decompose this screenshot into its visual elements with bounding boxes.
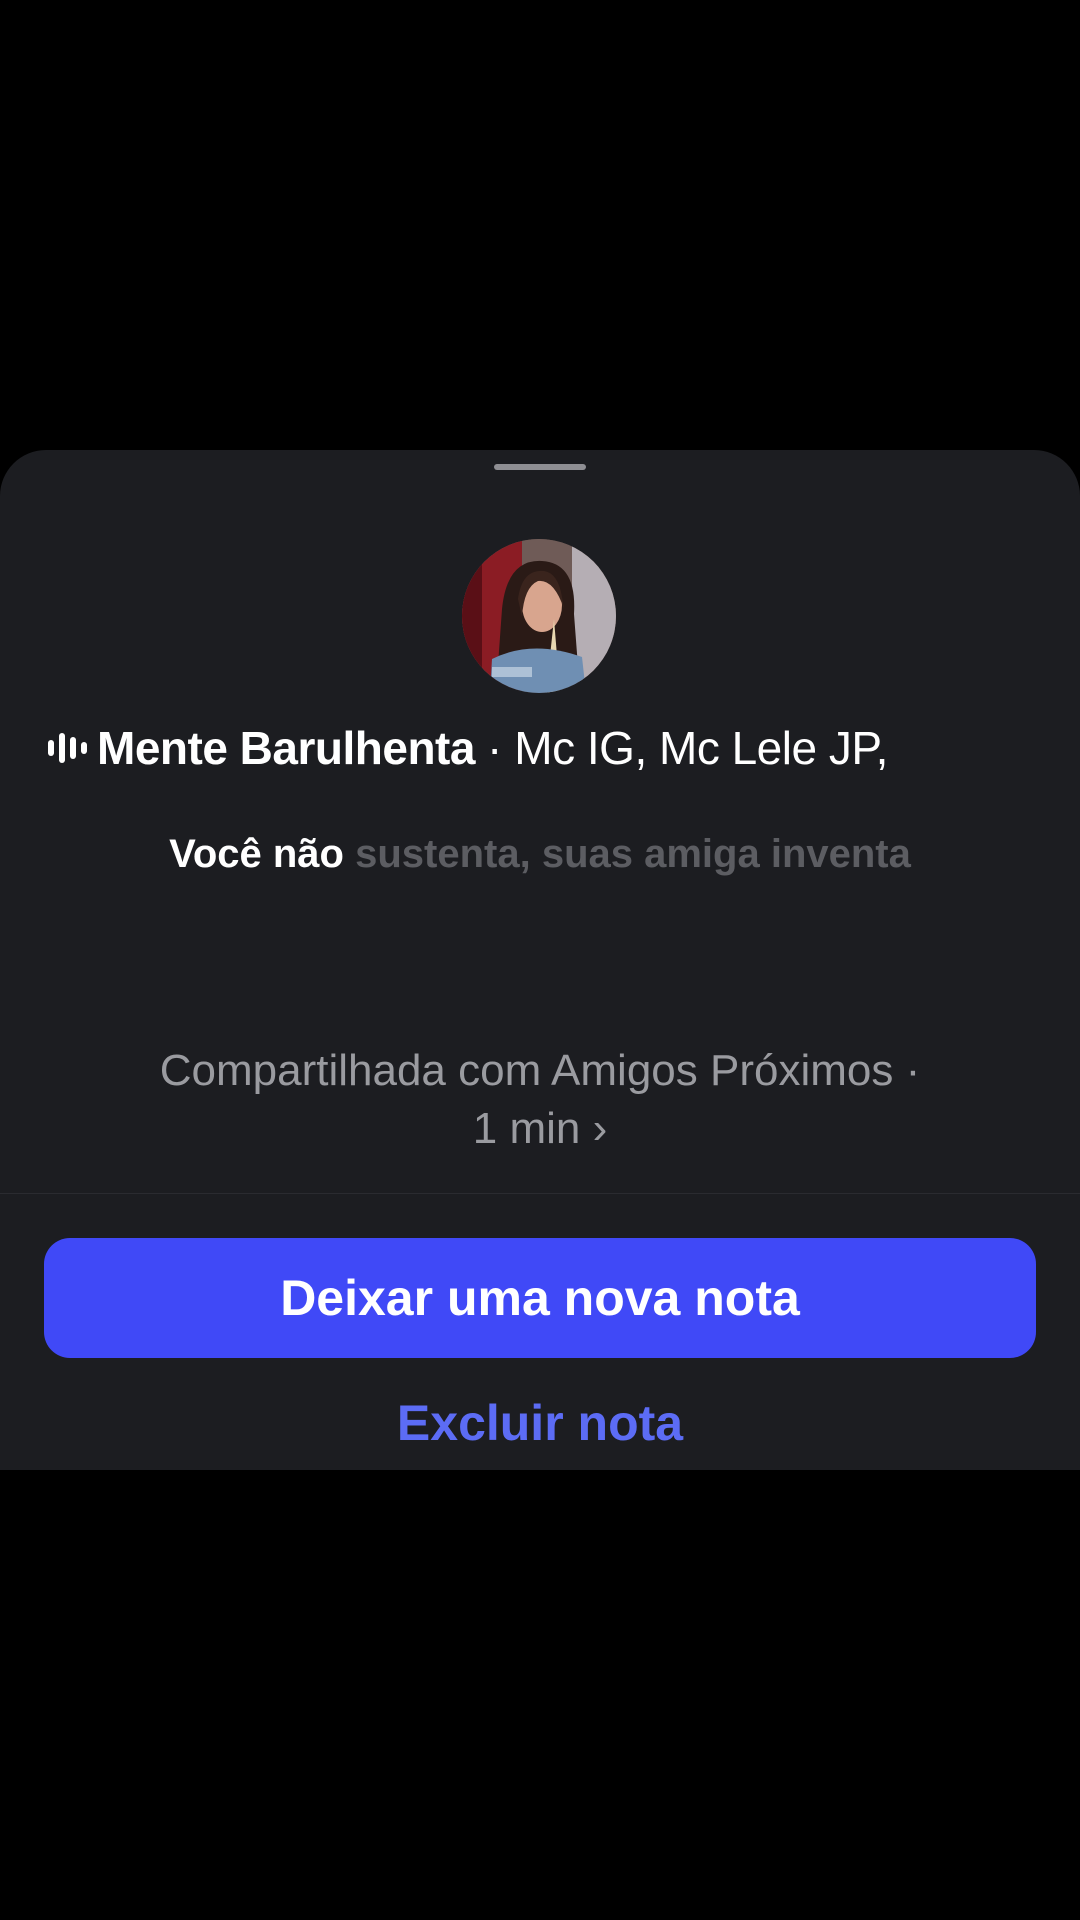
note-bottom-sheet: Mente Barulhenta · Mc IG, Mc Lele JP, Vo… <box>0 450 1080 1470</box>
audience-label: Compartilhada com Amigos Próximos · <box>159 1046 921 1095</box>
lyrics-line: Você não sustenta, suas amiga inventa <box>0 832 1080 877</box>
audio-equalizer-icon <box>48 732 87 764</box>
avatar[interactable] <box>462 539 616 693</box>
song-title: Mente Barulhenta <box>97 722 475 774</box>
note-age: 1 min › <box>472 1104 608 1153</box>
divider <box>0 1193 1080 1194</box>
song-artists: Mc IG, Mc Lele JP, <box>514 722 888 774</box>
delete-note-button[interactable]: Excluir nota <box>0 1394 1080 1452</box>
lyric-sung-text: Você não <box>169 832 344 876</box>
screen: Mente Barulhenta · Mc IG, Mc Lele JP, Vo… <box>0 0 1080 1920</box>
song-separator: · <box>486 722 503 774</box>
lyric-upcoming-text: sustenta, suas amiga inventa <box>355 832 911 876</box>
sheet-drag-handle[interactable] <box>494 464 586 470</box>
avatar-photo <box>462 539 616 693</box>
audience-info[interactable]: Compartilhada com Amigos Próximos · 1 mi… <box>90 1042 990 1158</box>
song-info[interactable]: Mente Barulhenta · Mc IG, Mc Lele JP, <box>48 718 1048 778</box>
leave-new-note-button[interactable]: Deixar uma nova nota <box>44 1238 1036 1358</box>
